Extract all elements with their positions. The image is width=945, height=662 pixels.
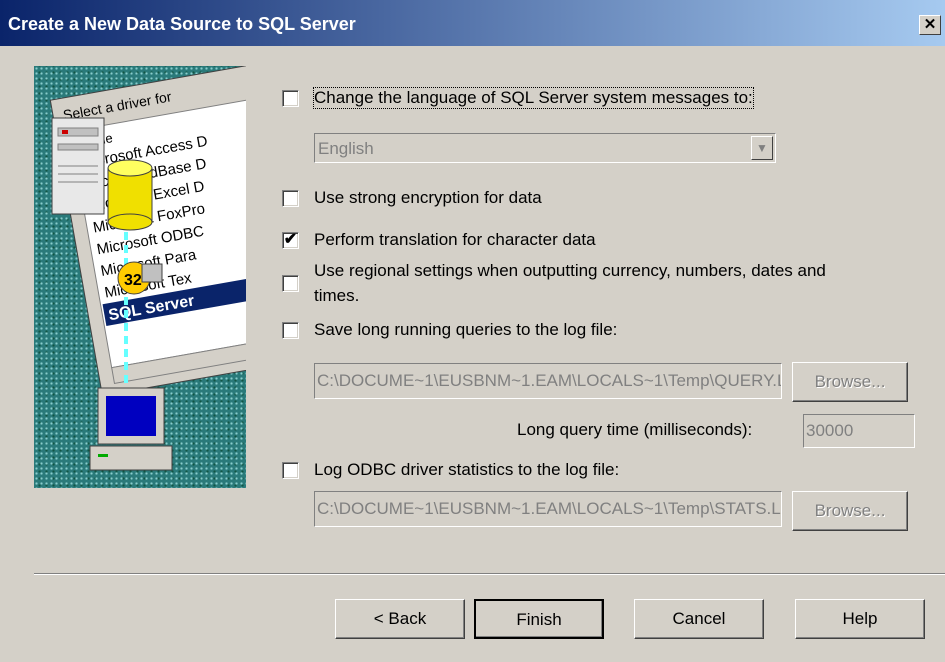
translation-label[interactable]: Perform translation for character data bbox=[314, 230, 596, 250]
long-queries-checkbox[interactable] bbox=[282, 322, 299, 339]
translation-checkbox[interactable]: ✔ bbox=[282, 232, 299, 249]
long-queries-label[interactable]: Save long running queries to the log fil… bbox=[314, 320, 617, 340]
server-icon bbox=[51, 117, 105, 215]
language-select[interactable]: English ▼ bbox=[314, 133, 776, 163]
title-bar: Create a New Data Source to SQL Server ✕ bbox=[0, 0, 945, 46]
language-label-text: Change the language of SQL Server system… bbox=[314, 88, 753, 107]
encryption-label[interactable]: Use strong encryption for data bbox=[314, 188, 542, 208]
close-button[interactable]: ✕ bbox=[919, 15, 941, 35]
separator bbox=[34, 573, 945, 575]
computer-icon bbox=[89, 387, 173, 471]
language-label[interactable]: Change the language of SQL Server system… bbox=[313, 87, 754, 109]
long-queries-path-field[interactable]: C:\DOCUME~1\EUSBNM~1.EAM\LOCALS~1\Temp\Q… bbox=[314, 363, 782, 399]
regional-label-line2[interactable]: times. bbox=[314, 286, 359, 306]
regional-label-line1[interactable]: Use regional settings when outputting cu… bbox=[314, 261, 826, 281]
long-query-time-field[interactable]: 30000 bbox=[803, 414, 915, 448]
odbc-stats-path-field[interactable]: C:\DOCUME~1\EUSBNM~1.EAM\LOCALS~1\Temp\S… bbox=[314, 491, 782, 527]
driver-illustration-graphic: Select a driver for Name Microsoft Acces… bbox=[49, 66, 246, 471]
back-button[interactable]: < Back bbox=[335, 599, 465, 639]
cancel-button[interactable]: Cancel bbox=[634, 599, 764, 639]
wizard-illustration: Select a driver for Name Microsoft Acces… bbox=[34, 66, 246, 488]
odbc-stats-browse-button[interactable]: Browse... bbox=[792, 491, 908, 531]
language-select-value: English bbox=[318, 139, 374, 158]
chevron-down-icon[interactable]: ▼ bbox=[751, 136, 773, 160]
odbc-stats-checkbox[interactable] bbox=[282, 462, 299, 479]
help-button[interactable]: Help bbox=[795, 599, 925, 639]
long-query-time-label: Long query time (milliseconds): bbox=[517, 420, 753, 439]
window-title: Create a New Data Source to SQL Server bbox=[8, 14, 356, 34]
long-queries-browse-button[interactable]: Browse... bbox=[792, 362, 908, 402]
language-checkbox[interactable] bbox=[282, 90, 299, 107]
finish-button[interactable]: Finish bbox=[474, 599, 604, 639]
odbc-stats-label[interactable]: Log ODBC driver statistics to the log fi… bbox=[314, 460, 619, 480]
regional-checkbox[interactable] bbox=[282, 275, 299, 292]
encryption-checkbox[interactable] bbox=[282, 190, 299, 207]
odbc-32-label: 32 bbox=[124, 272, 142, 289]
database-icon bbox=[107, 159, 153, 231]
